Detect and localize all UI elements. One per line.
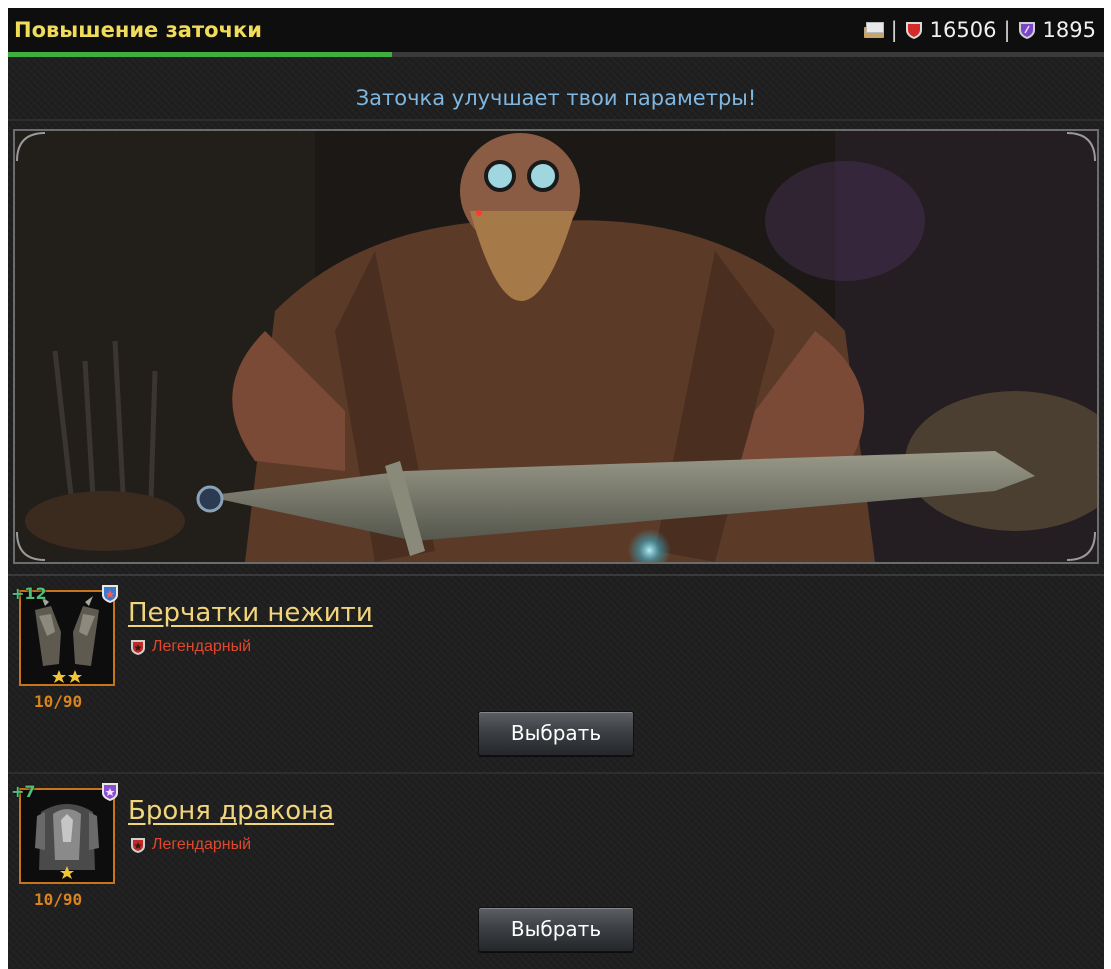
item-rarity: Легендарный — [130, 638, 251, 656]
item-name-link[interactable]: Перчатки нежити — [128, 598, 373, 628]
list-item: +12 10/90 Перчатки нежити Легендарный Вы… — [8, 576, 1104, 761]
page-title: Повышение заточки — [14, 18, 262, 42]
enhancement-level: +12 — [11, 584, 47, 603]
gloves-image — [21, 592, 113, 684]
rarity-label: Легендарный — [152, 836, 252, 853]
red-currency-value: 16506 — [929, 18, 997, 42]
select-button[interactable]: Выбрать — [478, 907, 634, 952]
blue-rank-badge-icon — [102, 585, 118, 603]
select-button[interactable]: Выбрать — [478, 711, 634, 756]
red-shield-icon — [905, 22, 922, 39]
item-count: 10/90 — [34, 692, 83, 711]
separator: | — [890, 18, 898, 42]
item-rarity: Легендарный — [130, 836, 251, 854]
list-item: +7 10/90 Броня дракона Легендарный Выбра… — [8, 774, 1104, 959]
rarity-label: Легендарный — [152, 638, 252, 655]
header-bar: Повышение заточки | 16506 | 1895 — [8, 8, 1104, 52]
legendary-rarity-icon — [131, 639, 145, 655]
item-thumbnail[interactable] — [19, 590, 115, 686]
mail-icon[interactable] — [863, 22, 884, 38]
enhancement-panel: Повышение заточки | 16506 | 1895 Заточка… — [8, 8, 1104, 969]
enhancement-level: +7 — [11, 782, 36, 801]
purple-currency-value: 1895 — [1042, 18, 1096, 42]
legendary-rarity-icon — [131, 837, 145, 853]
blacksmith-banner-image — [13, 129, 1099, 564]
purple-rank-badge-icon — [102, 783, 118, 801]
item-name-link[interactable]: Броня дракона — [128, 796, 334, 826]
resource-stats: | 16506 | 1895 — [863, 18, 1096, 42]
item-count: 10/90 — [34, 890, 83, 909]
armor-image — [21, 790, 113, 882]
separator: | — [1003, 18, 1011, 42]
subtitle-text: Заточка улучшает твои параметры! — [8, 57, 1104, 121]
purple-shield-icon — [1018, 22, 1035, 39]
item-thumbnail[interactable] — [19, 788, 115, 884]
